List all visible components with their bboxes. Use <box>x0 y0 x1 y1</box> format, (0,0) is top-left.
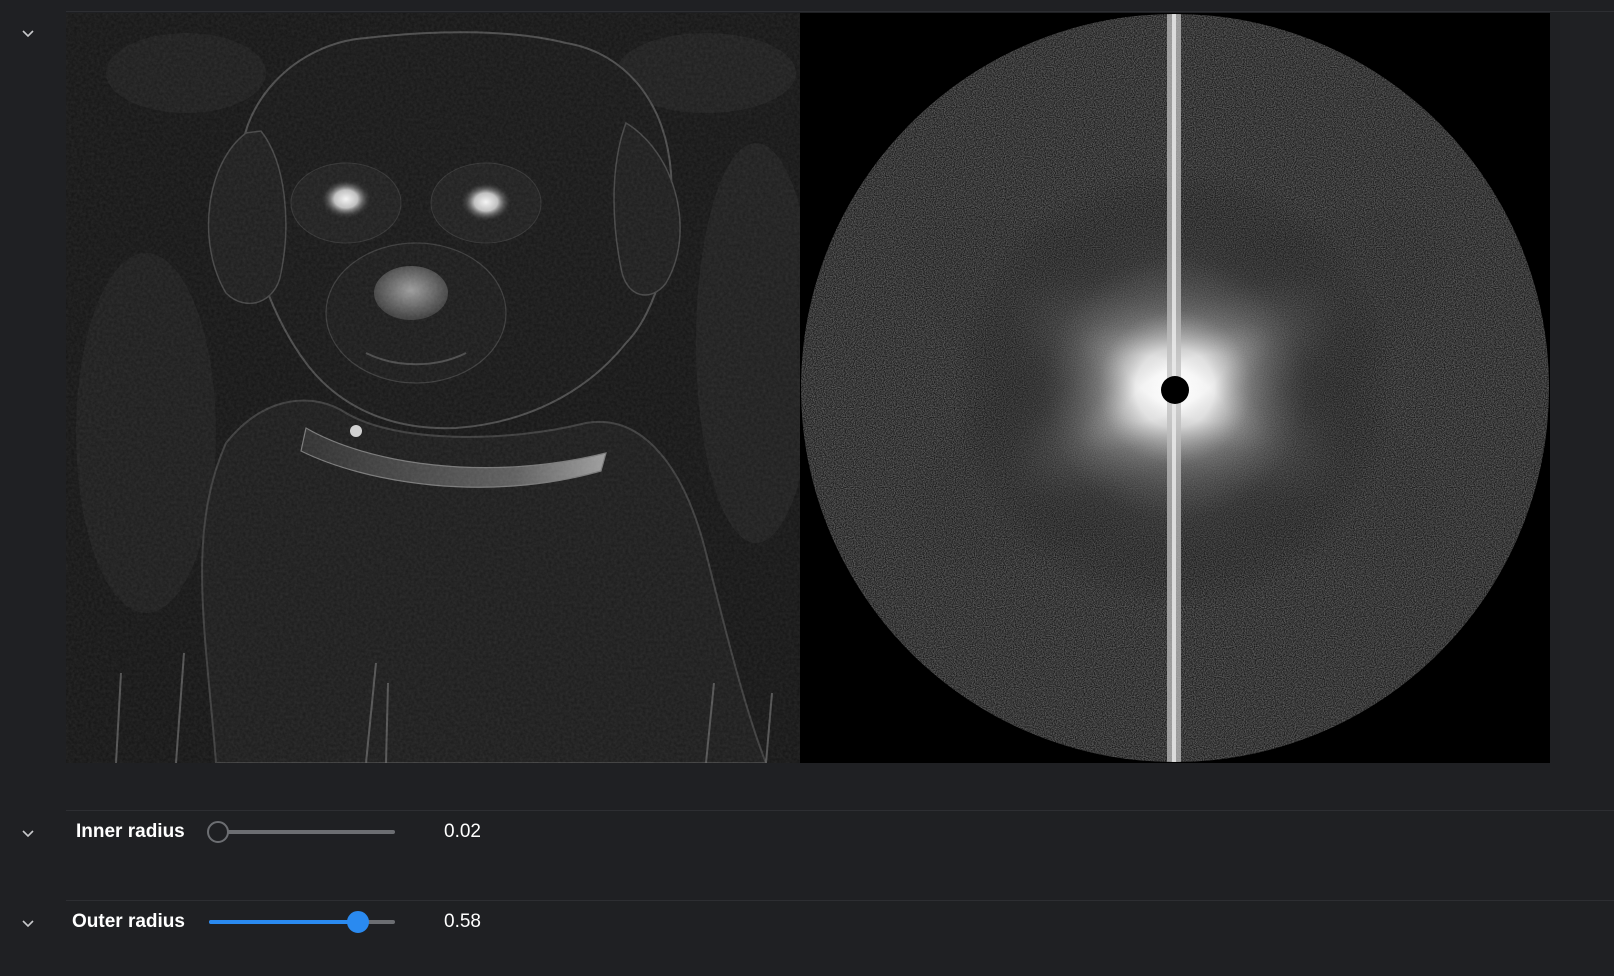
outer-radius-slider-fill <box>209 920 358 924</box>
chevron-down-icon <box>21 26 35 40</box>
inner-radius-divider <box>66 810 1614 811</box>
inner-radius-slider[interactable] <box>214 830 395 834</box>
inner-radius-slider-thumb[interactable] <box>206 821 229 843</box>
image-output-area <box>66 13 1575 763</box>
outer-radius-divider <box>66 900 1614 901</box>
outer-radius-slider-thumb[interactable] <box>346 911 369 933</box>
spectrum-panel <box>800 13 1550 763</box>
chevron-down-icon <box>21 826 35 840</box>
app-root: Inner radius 0.02 Outer radius 0.58 <box>0 0 1614 976</box>
outer-radius-value: 0.58 <box>444 911 481 932</box>
inner-radius-label: Inner radius <box>76 821 185 842</box>
filtered-puppy-image <box>66 13 816 763</box>
inner-radius-value: 0.02 <box>444 821 481 842</box>
outer-radius-collapse-button[interactable] <box>20 915 36 931</box>
filtered-image-panel <box>66 13 816 763</box>
inner-radius-collapse-button[interactable] <box>20 825 36 841</box>
chevron-down-icon <box>21 916 35 930</box>
fourier-spectrum-image <box>800 13 1550 763</box>
top-divider <box>66 11 1614 12</box>
outer-radius-label: Outer radius <box>72 911 185 932</box>
output-collapse-button[interactable] <box>20 25 36 41</box>
